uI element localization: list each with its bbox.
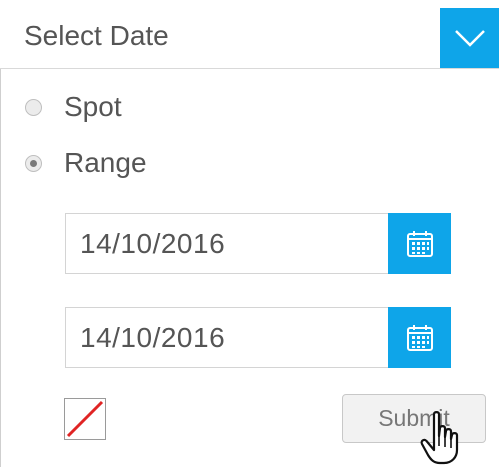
header-label: Select Date <box>24 20 169 51</box>
calendar-icon <box>406 324 433 351</box>
end-date-calendar-button[interactable] <box>388 307 451 368</box>
radio-spot-label: Spot <box>64 91 122 122</box>
radio-option-range[interactable]: Range <box>25 147 147 179</box>
end-date-field[interactable]: 14/10/2016 <box>65 307 451 368</box>
clear-icon[interactable] <box>64 398 106 440</box>
clear-slash-icon <box>66 400 104 438</box>
hand-pointer-icon <box>420 411 459 465</box>
start-date-value[interactable]: 14/10/2016 <box>80 228 225 260</box>
dropdown-toggle-button[interactable] <box>440 8 499 68</box>
chevron-down-icon <box>454 30 485 47</box>
radio-range[interactable] <box>25 154 42 172</box>
radio-option-spot[interactable]: Spot <box>25 91 122 123</box>
end-date-value[interactable]: 14/10/2016 <box>80 322 225 354</box>
radio-spot[interactable] <box>25 98 42 116</box>
submit-button[interactable]: Submit <box>342 394 486 443</box>
radio-range-label: Range <box>64 147 147 178</box>
date-filter-panel: Select Date Spot Range 14/10/2016 14/10/… <box>0 0 499 467</box>
start-date-field[interactable]: 14/10/2016 <box>65 213 451 274</box>
start-date-calendar-button[interactable] <box>388 213 451 274</box>
calendar-icon <box>406 230 433 257</box>
date-filter-header[interactable]: Select Date <box>0 8 499 69</box>
